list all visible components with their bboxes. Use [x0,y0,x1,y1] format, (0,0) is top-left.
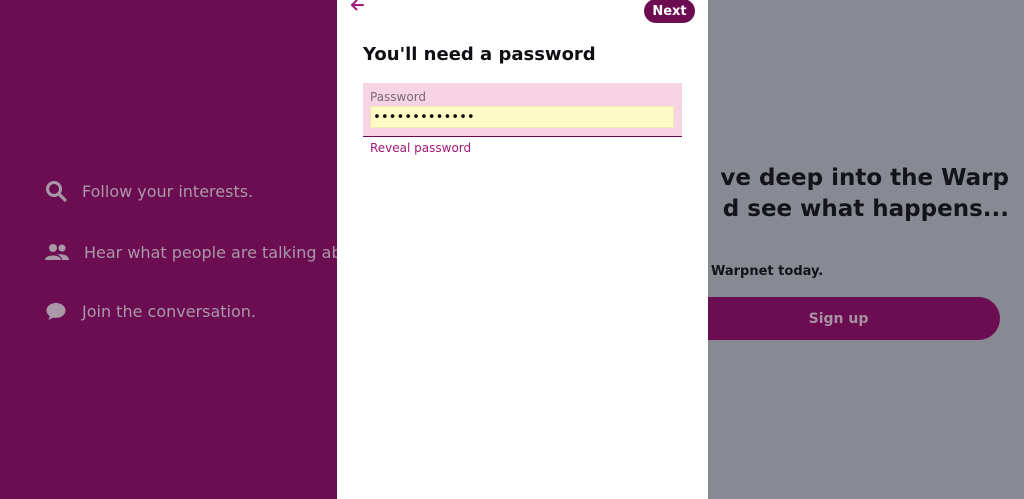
password-label: Password [370,90,427,104]
left-panel: Follow your interests. Hear what people … [0,0,351,499]
password-input[interactable] [370,106,674,128]
search-icon [44,179,68,203]
password-modal: Next You'll need a password Password Rev… [337,0,708,499]
password-field[interactable]: Password [363,83,682,137]
signup-button[interactable]: Sign up [657,297,1000,340]
feature-follow-interests: Follow your interests. [44,179,253,203]
feature-text: Hear what people are talking abo [84,242,352,262]
modal-title: You'll need a password [363,44,596,65]
people-icon [44,240,70,264]
back-button[interactable] [347,0,367,14]
feature-text: Join the conversation. [82,301,257,321]
page: Follow your interests. Hear what people … [0,0,1024,499]
arrow-left-icon [350,0,364,16]
chat-bubble-icon [44,299,68,323]
hero-subtitle: Warpnet today. [711,264,824,279]
reveal-password-link[interactable]: Reveal password [370,141,471,155]
feature-join-conversation: Join the conversation. [44,299,256,323]
next-button[interactable]: Next [644,0,695,23]
feature-text: Follow your interests. [82,181,254,201]
feature-hear-people: Hear what people are talking abo [44,240,351,264]
